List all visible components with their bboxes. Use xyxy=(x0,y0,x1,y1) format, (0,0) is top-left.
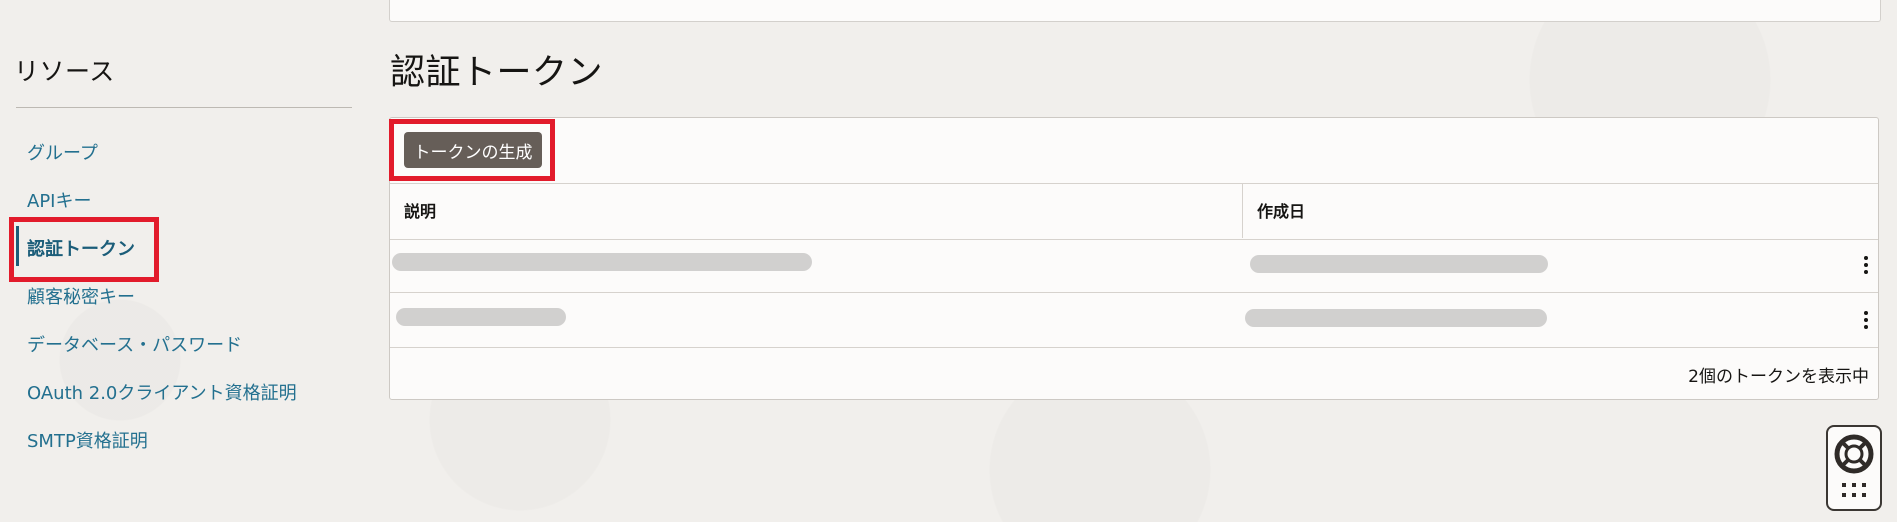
sidebar-item-database-passwords[interactable]: データベース・パスワード xyxy=(27,331,242,357)
sidebar-item-smtp-credentials[interactable]: SMTP資格証明 xyxy=(27,427,148,453)
top-panel xyxy=(389,0,1881,22)
page-title: 認証トークン xyxy=(390,53,604,93)
sidebar-item-customer-secret-keys[interactable]: 顧客秘密キー xyxy=(27,283,135,309)
column-header-created[interactable]: 作成日 xyxy=(1257,184,1305,239)
resources-heading: リソース xyxy=(14,57,115,86)
sidebar-item-groups[interactable]: グループ xyxy=(27,139,98,165)
redacted-created-date xyxy=(1250,255,1548,273)
highlight-box-sidebar xyxy=(9,217,159,282)
redacted-description xyxy=(392,253,812,271)
row-actions-menu-icon[interactable] xyxy=(1863,256,1869,274)
sidebar-divider xyxy=(16,107,352,108)
column-header-description[interactable]: 説明 xyxy=(404,184,436,239)
table-row xyxy=(390,293,1878,348)
help-lifebuoy-icon[interactable] xyxy=(1828,427,1880,509)
apps-grid-icon xyxy=(1842,483,1866,497)
help-widget[interactable] xyxy=(1826,425,1882,511)
sidebar-item-api-keys[interactable]: APIキー xyxy=(27,187,91,213)
redacted-created-date xyxy=(1245,309,1547,327)
redacted-description xyxy=(396,308,566,326)
sidebar-item-oauth-credentials[interactable]: OAuth 2.0クライアント資格証明 xyxy=(27,379,297,405)
column-separator xyxy=(1242,183,1243,238)
token-count-label: 2個のトークンを表示中 xyxy=(1688,367,1869,387)
table-header: 説明 作成日 xyxy=(390,183,1878,240)
row-actions-menu-icon[interactable] xyxy=(1863,311,1869,329)
table-row xyxy=(390,238,1878,293)
highlight-box-button xyxy=(389,119,555,181)
